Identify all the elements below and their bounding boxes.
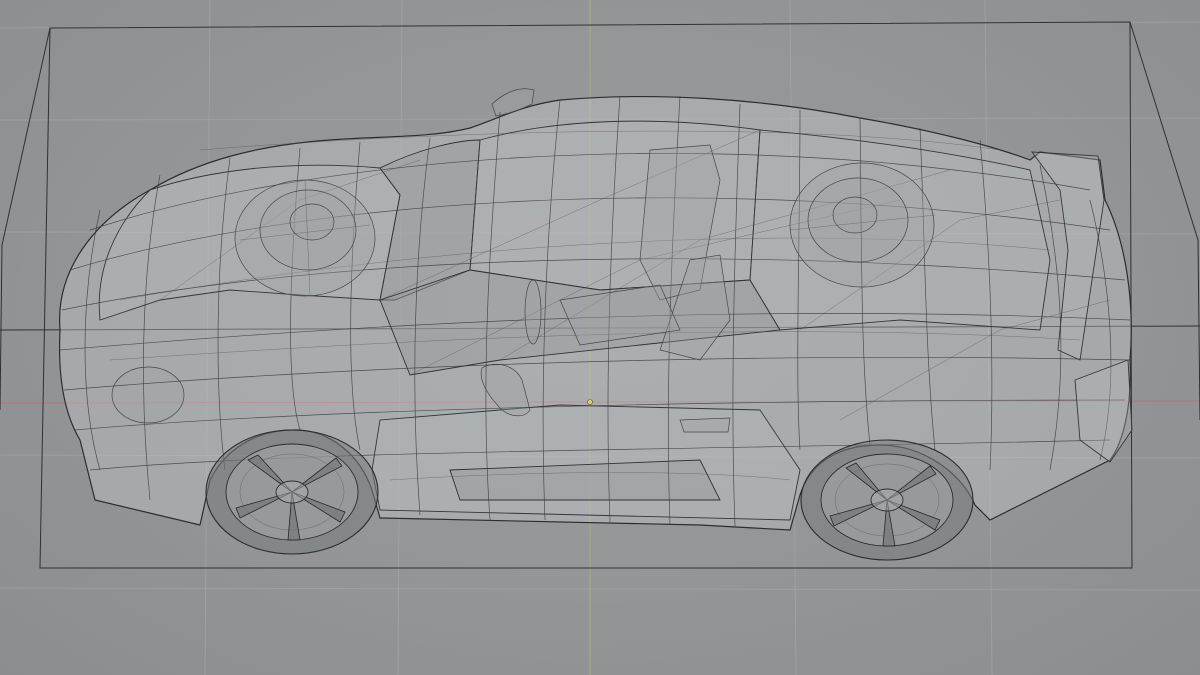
car-mesh[interactable] xyxy=(58,88,1133,561)
front-wheel-well-ghost xyxy=(234,179,376,297)
door-handle xyxy=(679,417,731,433)
rear-wheel-well-ghost xyxy=(789,162,936,288)
object-origin-marker[interactable] xyxy=(587,399,593,405)
front-wheel[interactable] xyxy=(205,429,379,555)
3d-viewport[interactable] xyxy=(0,0,1200,675)
headlight xyxy=(111,366,185,424)
rear-wheel[interactable] xyxy=(800,439,974,561)
viewport-canvas[interactable] xyxy=(0,0,1200,675)
door-panel xyxy=(371,404,801,521)
